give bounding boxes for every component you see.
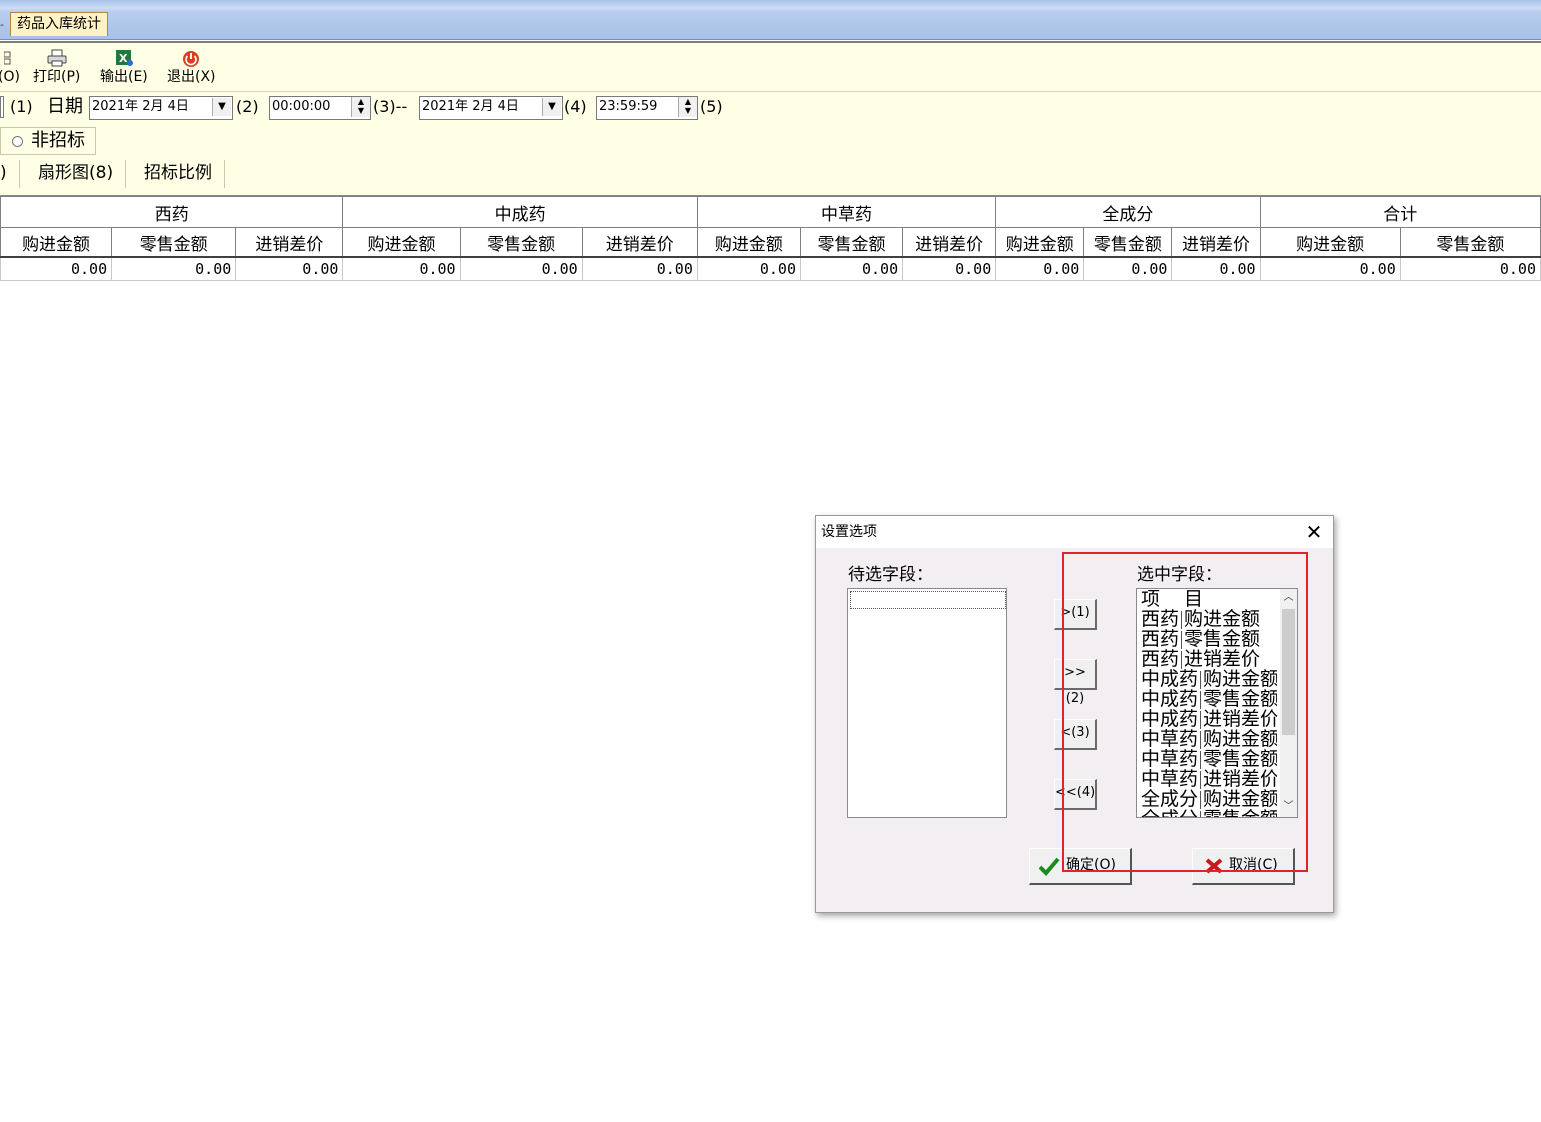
- toolbar-divider: [0, 91, 1541, 92]
- table-cell[interactable]: 0.00: [459, 256, 583, 281]
- filter-mark-5: (5): [700, 97, 723, 116]
- group-header: 中成药: [342, 196, 698, 228]
- highlight-box: [1062, 552, 1308, 872]
- tab-drug-inbound-stats[interactable]: 药品入库统计: [10, 12, 108, 36]
- toolbar-cut-button[interactable]: (O): [0, 49, 20, 85]
- spin-arrows-icon[interactable]: ▲ ▼: [678, 97, 697, 117]
- power-icon: [181, 49, 201, 67]
- table-cell[interactable]: 0.00: [1171, 256, 1261, 281]
- end-date-value: 2021年 2月 4日: [422, 99, 519, 114]
- filter-mark-3: (3)--: [373, 97, 408, 116]
- date-label: 日期: [47, 96, 83, 117]
- grid-icon: [0, 49, 19, 67]
- close-icon[interactable]: ✕: [1296, 516, 1332, 548]
- list-focus-row[interactable]: [850, 591, 1006, 609]
- toolbar-print-button[interactable]: 打印(P): [33, 49, 80, 85]
- title-strip: [0, 0, 1541, 40]
- toolbar-exit-button[interactable]: 退出(X): [167, 49, 216, 85]
- non-tender-radio[interactable]: 非招标: [0, 127, 96, 155]
- end-date-picker[interactable]: 2021年 2月 4日 ▼: [419, 96, 563, 120]
- dialog-title: 设置选项: [816, 516, 1333, 548]
- tab-partial[interactable]: ): [0, 160, 20, 188]
- filter-mark-4: (4): [564, 97, 587, 116]
- chevron-down-icon[interactable]: ▼: [542, 98, 561, 116]
- tab-tender-ratio[interactable]: 招标比例: [132, 160, 225, 188]
- column-header[interactable]: 购进金额: [0, 227, 113, 258]
- column-header[interactable]: 购进金额: [1259, 227, 1401, 258]
- column-header[interactable]: 进销差价: [581, 227, 698, 258]
- table-cell[interactable]: 0.00: [1399, 256, 1541, 281]
- available-fields-label: 待选字段：: [848, 565, 933, 585]
- printer-icon: [47, 49, 67, 67]
- column-header[interactable]: 零售金额: [1083, 227, 1173, 258]
- toolbar-print-label: 打印(P): [33, 69, 81, 85]
- table-cell[interactable]: 0.00: [0, 256, 113, 281]
- chart-tabs-row: ) 扇形图(8) 招标比例: [0, 160, 1541, 196]
- check-icon: [1038, 857, 1060, 876]
- toolbar-export-button[interactable]: X 输出(E): [100, 49, 148, 85]
- table-cell[interactable]: 0.00: [342, 256, 461, 281]
- table-cell[interactable]: 0.00: [1083, 256, 1173, 281]
- toolbar-panel: (O) 打印(P) X 输出(E) 退出(X) (1) 日期 2021年 2月 …: [0, 41, 1541, 162]
- start-date-picker[interactable]: 2021年 2月 4日 ▼: [89, 96, 233, 120]
- left-edge-box[interactable]: [0, 96, 4, 118]
- group-header: 西药: [0, 196, 344, 228]
- end-time-value: 23:59:59: [599, 99, 658, 114]
- start-time-field[interactable]: 00:00:00 ▲ ▼: [269, 96, 371, 120]
- group-header: 合计: [1259, 196, 1541, 228]
- table-row[interactable]: 0.00 0.00 0.00 0.00 0.00 0.00 0.00 0.00 …: [0, 256, 1541, 281]
- table-cell[interactable]: 0.00: [696, 256, 801, 281]
- spin-arrows-icon[interactable]: ▲ ▼: [351, 97, 370, 117]
- column-header[interactable]: 购进金额: [995, 227, 1085, 258]
- start-time-value: 00:00:00: [272, 99, 331, 114]
- column-header[interactable]: 购进金额: [696, 227, 801, 258]
- column-header[interactable]: 零售金额: [1399, 227, 1541, 258]
- svg-text:X: X: [119, 52, 128, 65]
- table-cell[interactable]: 0.00: [111, 256, 237, 281]
- non-tender-label: 非招标: [31, 130, 85, 151]
- tab-pie-chart[interactable]: 扇形图(8): [26, 160, 127, 188]
- table-cell[interactable]: 0.00: [581, 256, 698, 281]
- toolbar-export-label: 输出(E): [100, 69, 148, 85]
- stats-grid: 西药 中成药 中草药 全成分 合计 购进金额 零售金额 进销差价 购进金额 零售…: [0, 196, 1541, 281]
- filter-mark-2: (2): [236, 97, 259, 116]
- table-cell[interactable]: 0.00: [902, 256, 997, 281]
- table-cell[interactable]: 0.00: [1259, 256, 1401, 281]
- column-header[interactable]: 进销差价: [902, 227, 997, 258]
- toolbar-cut-label: (O): [0, 69, 20, 85]
- available-fields-list[interactable]: [847, 588, 1007, 818]
- column-header[interactable]: 进销差价: [235, 227, 344, 258]
- chevron-down-icon[interactable]: ▼: [212, 98, 231, 116]
- excel-icon: X: [114, 49, 134, 67]
- column-header[interactable]: 零售金额: [459, 227, 583, 258]
- table-cell[interactable]: 0.00: [235, 256, 344, 281]
- column-header[interactable]: 购进金额: [342, 227, 461, 258]
- column-header[interactable]: 进销差价: [1171, 227, 1261, 258]
- group-header: 中草药: [696, 196, 997, 228]
- column-header[interactable]: 零售金额: [799, 227, 904, 258]
- radio-circle-icon[interactable]: [12, 136, 23, 147]
- end-time-field[interactable]: 23:59:59 ▲ ▼: [596, 96, 698, 120]
- filter-mark-1: (1): [10, 97, 33, 116]
- tab-scroll-left[interactable]: -: [0, 16, 6, 36]
- start-date-value: 2021年 2月 4日: [92, 99, 189, 114]
- column-header[interactable]: 零售金额: [111, 227, 237, 258]
- toolbar-exit-label: 退出(X): [167, 69, 216, 85]
- table-cell[interactable]: 0.00: [799, 256, 904, 281]
- group-header: 全成分: [995, 196, 1261, 228]
- table-cell[interactable]: 0.00: [995, 256, 1085, 281]
